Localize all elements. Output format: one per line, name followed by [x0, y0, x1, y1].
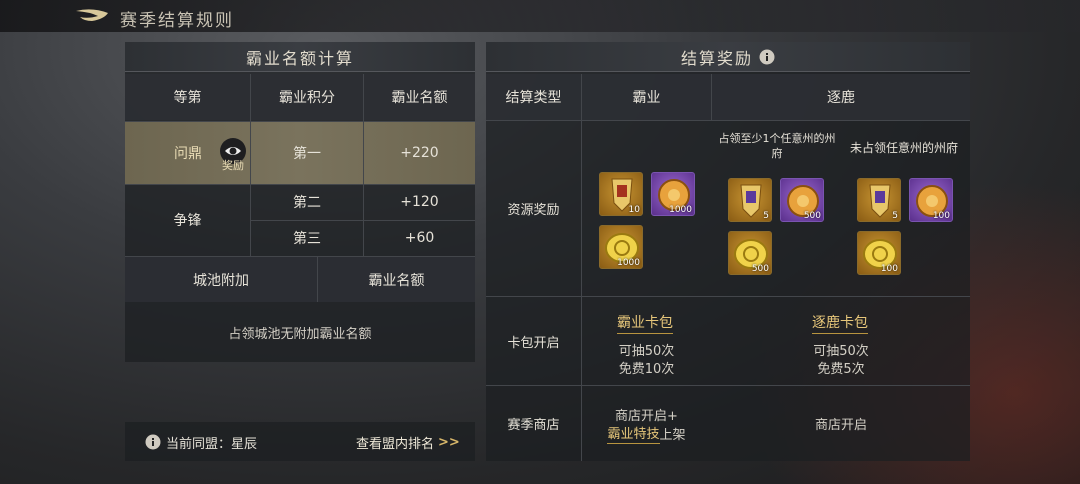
item-qty: 100	[880, 264, 898, 274]
reward-item[interactable]: 1000	[599, 225, 643, 269]
reward-panel-title: 结算奖励	[680, 48, 753, 68]
reward-item[interactable]: 5	[857, 178, 901, 222]
col-quota: 霸业名额	[364, 74, 475, 120]
city-bonus-header: 城池附加	[125, 257, 317, 302]
zhulu-sub-b: 未占领任意州的州府	[849, 140, 958, 155]
city-note: 占领城池无附加霸业名额	[228, 326, 372, 342]
divider	[363, 74, 364, 256]
item-qty: 1000	[669, 205, 692, 215]
quota-3: +60	[404, 230, 435, 246]
item-qty: 500	[751, 264, 769, 274]
reward-item[interactable]: 10	[599, 172, 643, 216]
row-cardpack: 卡包开启	[507, 335, 560, 351]
double-chevron-icon: >>	[438, 434, 460, 450]
divider	[251, 220, 475, 221]
col-type: 结算类型	[486, 74, 581, 120]
baye-shop-line2: 霸业特技 上架	[582, 423, 711, 444]
reward-item[interactable]: 500	[780, 178, 824, 222]
reward-item[interactable]: 5	[728, 178, 772, 222]
baye-cardpack-link[interactable]: 霸业卡包	[617, 312, 673, 334]
back-icon[interactable]	[74, 7, 110, 25]
zhulu-shop: 商店开启	[814, 418, 867, 433]
divider	[125, 121, 475, 122]
reward-panel-header: 结算奖励	[486, 42, 970, 72]
divider	[711, 74, 712, 120]
city-quota-header: 霸业名额	[318, 257, 475, 302]
quota-1: +220	[400, 145, 439, 161]
zhulu-sub-a: 占领至少1个任意州的州府	[718, 132, 836, 160]
quota-panel-header: 霸业名额计算	[125, 42, 475, 72]
reward-item[interactable]: 500	[728, 231, 772, 275]
rank-3: 第三	[293, 231, 321, 247]
reward-item[interactable]: 100	[909, 178, 953, 222]
divider	[125, 184, 475, 185]
zhulu-free: 免费5次	[817, 361, 865, 377]
rank-2: 第二	[293, 195, 321, 211]
col-zhulu: 逐鹿	[712, 74, 970, 120]
baye-shop-suffix: 上架	[659, 427, 686, 443]
item-qty: 5	[763, 211, 769, 221]
quota-2: +120	[400, 194, 439, 210]
tier-wending: 问鼎	[174, 146, 202, 162]
baye-free: 免费10次	[618, 361, 675, 377]
rank-1: 第一	[293, 146, 321, 162]
baye-skill-link[interactable]: 霸业特技	[607, 423, 660, 444]
divider	[581, 74, 582, 461]
row-shop: 赛季商店	[507, 418, 560, 433]
item-qty: 100	[932, 211, 950, 221]
col-baye: 霸业	[582, 74, 711, 120]
reward-item[interactable]: 100	[857, 231, 901, 275]
zhulu-draws: 可抽50次	[813, 343, 869, 359]
page-title: 赛季结算规则	[120, 11, 234, 31]
divider	[250, 74, 251, 256]
info-icon[interactable]	[759, 49, 775, 65]
divider	[317, 257, 318, 302]
item-qty: 1000	[617, 258, 640, 268]
baye-draws: 可抽50次	[618, 343, 675, 359]
info-icon[interactable]	[145, 434, 161, 450]
col-points: 霸业积分	[251, 74, 363, 120]
zhulu-cardpack-link[interactable]: 逐鹿卡包	[812, 312, 868, 334]
item-qty: 10	[628, 205, 640, 215]
tier-zhengfeng: 争锋	[173, 213, 202, 229]
baye-shop-line1: 商店开启+	[615, 408, 678, 424]
reward-item[interactable]: 1000	[651, 172, 695, 216]
title-bar: 赛季结算规则	[0, 0, 1080, 32]
view-rank-label: 查看盟内排名	[356, 436, 435, 452]
view-rank-button[interactable]: 查看盟内排名 >>	[356, 432, 460, 452]
reward-label: 奖励	[222, 159, 244, 172]
col-tier: 等第	[125, 74, 250, 120]
row-resource: 资源奖励	[507, 203, 560, 218]
current-alliance: 当前同盟：星辰	[166, 436, 258, 452]
item-qty: 500	[803, 211, 821, 221]
item-qty: 5	[892, 211, 898, 221]
